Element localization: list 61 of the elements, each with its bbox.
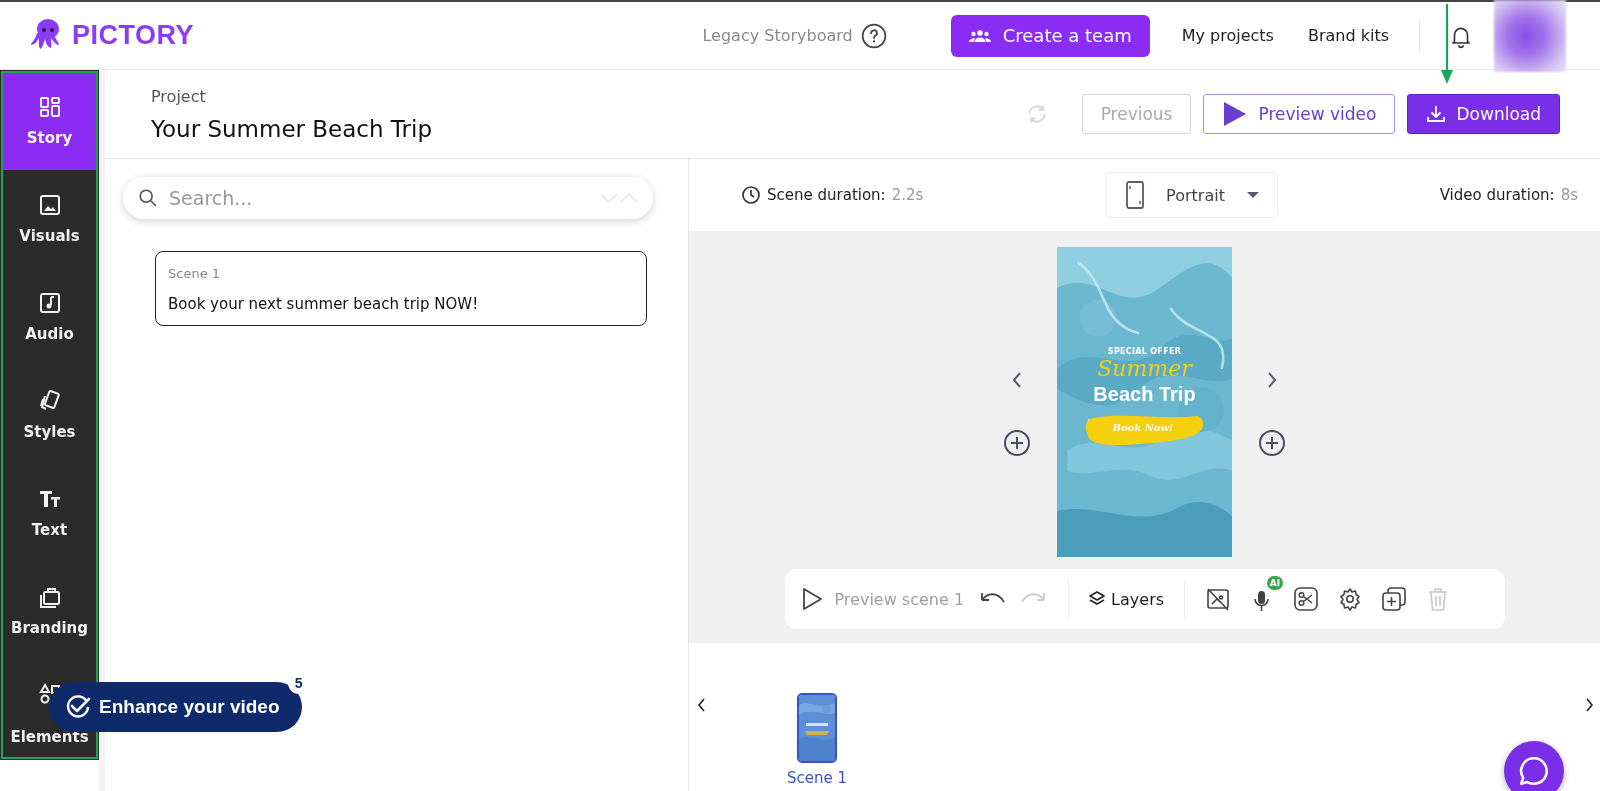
next-scene-icon[interactable] [1266, 371, 1278, 389]
scene-label: Scene 1 [168, 266, 222, 281]
duplicate-icon[interactable] [1381, 586, 1408, 612]
download-button[interactable]: Download [1407, 94, 1560, 134]
video-duration-label: Video duration: [1439, 186, 1555, 204]
check-circle-icon [65, 694, 91, 720]
brand-name: PICTORY [72, 20, 195, 51]
sidebar-tab[interactable]: Branding [3, 562, 96, 660]
ai-badge: AI [1266, 576, 1284, 590]
frame-cta: Book Now! [1112, 422, 1174, 433]
add-scene-icon[interactable] [1258, 429, 1286, 457]
video-duration-value: 8s [1560, 186, 1578, 204]
sidebar-tab[interactable]: Text [3, 464, 96, 562]
scroll-right-icon[interactable] [1584, 697, 1594, 713]
frame-title: Beach Trip [1093, 382, 1196, 406]
project-label: Project [151, 86, 207, 106]
chat-button[interactable] [1504, 741, 1564, 791]
scene-duration-value: 2.2s [891, 186, 924, 204]
scroll-left-icon[interactable] [697, 697, 707, 713]
clock-icon [741, 185, 761, 205]
nav-link[interactable]: Brand kits [1307, 26, 1389, 45]
story-icon [37, 95, 62, 119]
orientation-dropdown[interactable]: Portrait [1105, 172, 1278, 218]
help-icon[interactable] [860, 22, 887, 49]
caret-icon [1246, 191, 1259, 199]
sidebar-tab[interactable]: Visuals [3, 170, 96, 268]
image-off-icon[interactable] [1205, 586, 1232, 612]
sidebar-tab[interactable]: Story [3, 72, 96, 170]
sidebar-tab[interactable]: Audio [3, 268, 96, 366]
nav-link[interactable]: My projects [1181, 26, 1274, 45]
elements-icon [37, 682, 62, 706]
phone-icon [1126, 181, 1145, 209]
scene-thumbnail[interactable] [797, 693, 837, 763]
scene-duration-label: Scene duration: [767, 186, 886, 204]
chat-icon [1517, 754, 1551, 788]
project-title: Your Summer Beach Trip [151, 115, 432, 142]
sidebar-tab[interactable]: Styles [3, 366, 96, 464]
search-input[interactable]: Search... [167, 186, 591, 210]
frame-script-title: Summer [1097, 356, 1192, 382]
scene-card[interactable]: Scene 1 Book your next summer beach trip NOW! [155, 251, 647, 326]
avatar[interactable] [1494, 0, 1566, 72]
search-icon [137, 187, 159, 209]
scene-text: Book your next summer beach trip NOW! [168, 295, 480, 313]
create-team-button[interactable]: Create a team [950, 14, 1150, 57]
scissors-icon[interactable] [1293, 586, 1320, 612]
layers-button[interactable]: Layers [1089, 589, 1165, 609]
download-icon [1426, 104, 1447, 124]
add-scene-icon[interactable] [1003, 429, 1031, 457]
audio-icon [37, 291, 62, 315]
people-icon [968, 28, 991, 43]
frame-kicker: SPECIAL OFFER [1107, 347, 1182, 356]
scene-name[interactable]: Scene 1 [787, 769, 848, 787]
previous-scene-icon[interactable] [1011, 371, 1023, 389]
visuals-icon [37, 193, 62, 217]
styles-icon [37, 389, 62, 413]
layers-icon [1089, 591, 1106, 607]
branding-icon [37, 585, 62, 609]
preview-video-button[interactable]: Preview video [1203, 94, 1396, 134]
play-icon [800, 587, 823, 611]
legacy-storyboard-link[interactable]: Legacy Storyboard [702, 26, 853, 45]
search-field[interactable]: Search... [123, 177, 653, 219]
